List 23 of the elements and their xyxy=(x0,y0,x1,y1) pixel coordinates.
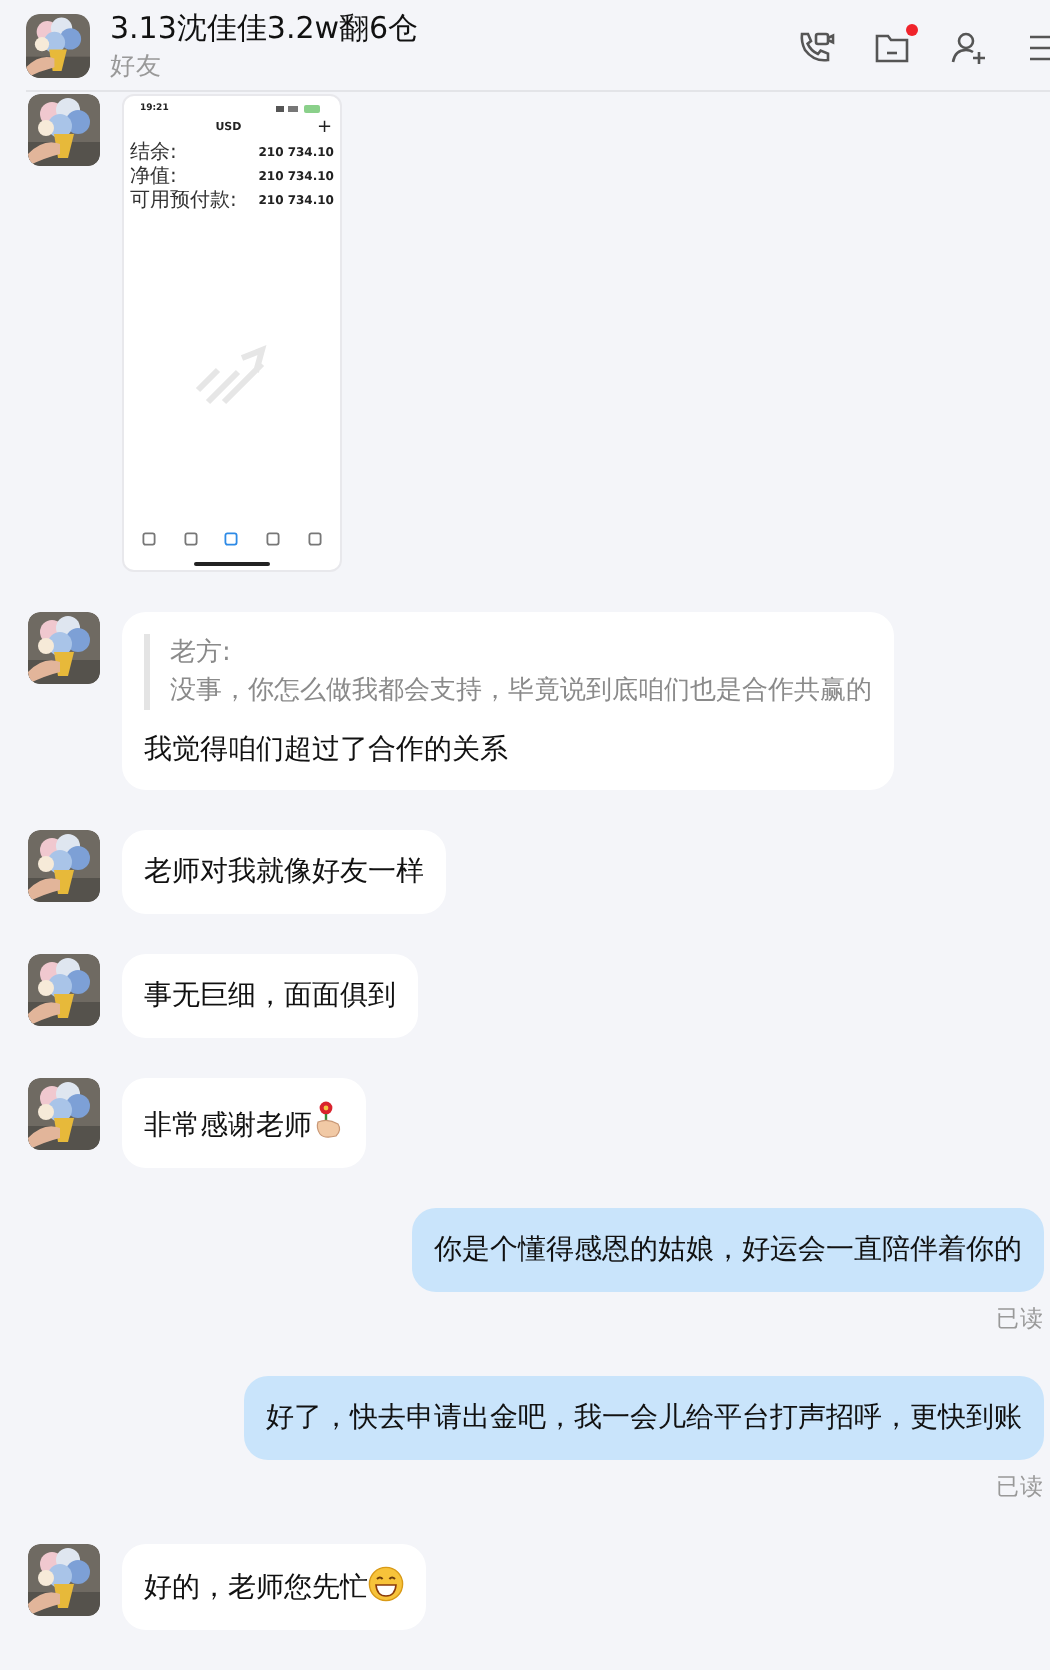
message-text: 非常感谢老师 xyxy=(144,1110,312,1142)
message-text: 我觉得咱们超过了合作的关系 xyxy=(144,732,510,770)
quote-text: 没事，你怎么做我都会支持，毕竟说到底咱们也是合作共赢的 xyxy=(170,674,872,710)
message-text: 老师对我就像好友一样 xyxy=(144,856,424,888)
call-icon[interactable] xyxy=(796,28,836,68)
message-text: 好了，快去申请出金吧，我一会儿给平台打声招呼，更快到账 xyxy=(266,1402,1022,1434)
message-text: 你是个懂得感恩的姑娘，好运会一直陪伴着你的 xyxy=(434,1234,1022,1266)
flower-hand-icon xyxy=(312,1100,344,1140)
account-label: 净值: xyxy=(130,166,177,190)
quote-author: 老方: xyxy=(170,636,233,672)
message-text: 事无巨细，面面俱到 xyxy=(144,980,396,1012)
chart-placeholder-icon xyxy=(194,341,270,405)
smiley-icon xyxy=(368,1566,404,1602)
account-label: 可用预付款: xyxy=(130,190,237,214)
contact-status: 好友 xyxy=(110,47,164,81)
add-button[interactable]: + xyxy=(316,122,332,134)
read-receipt: 已读 xyxy=(996,1304,1044,1334)
read-receipt: 已读 xyxy=(996,1472,1044,1502)
battery-icon xyxy=(276,104,324,114)
add-user-icon[interactable] xyxy=(948,28,988,68)
account-label: 结余: xyxy=(130,142,177,166)
message-text: 好的，老师您先忙 xyxy=(144,1572,368,1604)
contact-name: 3.13沈佳佳3.2w翻6仓 xyxy=(110,9,421,47)
